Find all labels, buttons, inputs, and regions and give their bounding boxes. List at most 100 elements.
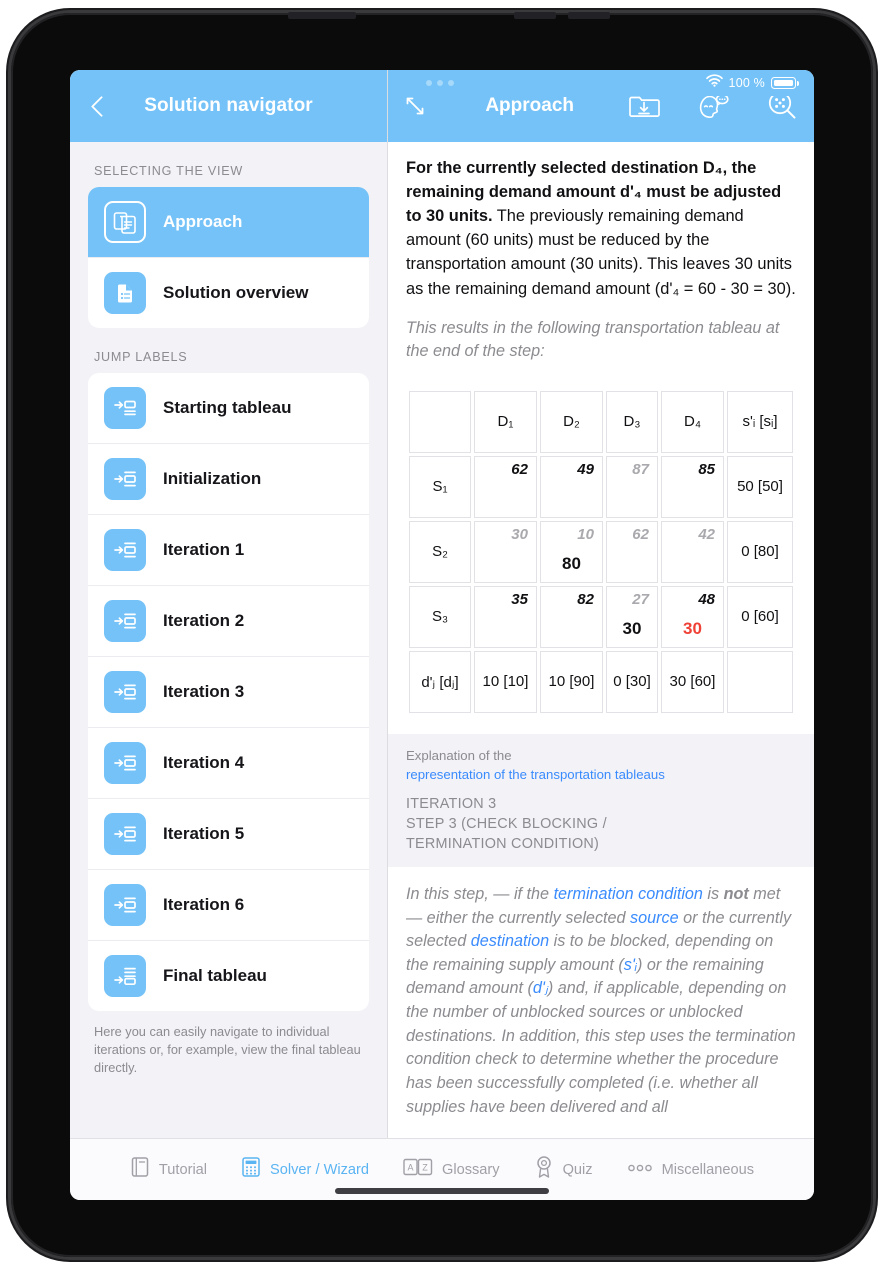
step-heading-step-l1: STEP 3 (CHECK BLOCKING / [406,815,607,832]
tableau-col-header-d1[interactable]: D₁ [474,390,537,453]
tableau-cell-s3-d4[interactable]: 48 30 [660,585,724,648]
sidebar-footnote: Here you can easily navigate to individu… [94,1024,361,1076]
cost-value: 82 [577,590,594,608]
row-label: S₃ [431,608,449,626]
jump-to-icon [104,387,146,429]
cost-value: 27 [632,590,649,608]
medal-icon [534,1155,554,1184]
document-list-icon [104,272,146,314]
section-label-selecting-the-view: SELECTING THE VIEW [94,164,244,178]
step-heading: ITERATION 3 STEP 3 (CHECK BLOCKING / TER… [406,794,796,855]
tableau-row-header-s1[interactable]: S₁ [409,455,471,518]
sidebar-item-label: Iteration 1 [163,540,245,559]
sd-link-demand-symbol[interactable]: d'ⱼ [533,979,548,997]
jump-to-icon [104,529,146,571]
alloc-value: 30 [683,618,702,638]
svg-text:Z: Z [422,1163,428,1173]
app-screen: 100 % Solution navigator SELECTING THE V… [70,70,814,1200]
tableau-col-header-d2[interactable]: D₂ [539,390,603,453]
power-button[interactable] [288,12,356,19]
tableau-row-header-s2[interactable]: S₂ [409,520,471,583]
documents-stack-icon [104,201,146,243]
sd-link-destination[interactable]: destination [471,932,549,950]
tableau-cell-s2-d2[interactable]: 10 80 [539,520,603,583]
svg-text:A: A [407,1163,413,1173]
jump-to-icon [104,600,146,642]
tableau-row-header-s3[interactable]: S₃ [409,585,471,648]
sidebar-item-iteration-4[interactable]: Iteration 4 [88,727,369,798]
transportation-tableau: D₁ D₂ D₃ D₄ s'ᵢ [sᵢ] S₁ 62 49 87 85 50 [… [406,388,796,716]
explanation-link[interactable]: representation of the transportation tab… [406,765,796,784]
tab-label: Quiz [562,1161,593,1178]
sd-link-supply-symbol[interactable]: s'ᵢ [624,956,637,974]
tableau-cell-s3-d2[interactable]: 82 [539,585,603,648]
sd-bold-not: not [723,884,749,903]
sd-t7: ) and, if applicable, depending on the n… [406,979,796,1116]
tab-solver-wizard[interactable]: Solver / Wizard [241,1156,369,1183]
cost-value: 87 [632,460,649,478]
tableau-col-header-d4[interactable]: D₄ [660,390,724,453]
sidebar-item-label: Final tableau [163,966,267,985]
tab-label: Glossary [441,1161,500,1178]
tableau-cell-s3-d1[interactable]: 35 [474,585,537,648]
step-heading-step-l2: TERMINATION CONDITION) [406,836,600,853]
step-description-card: In this step, — if the termination condi… [388,866,814,1138]
sidebar-item-label: Iteration 2 [163,611,245,630]
sidebar-item-iteration-2[interactable]: Iteration 2 [88,585,369,656]
tableau-demand-d1: 10 [10] [474,650,537,713]
tableau-col-header-d3[interactable]: D₃ [605,390,658,453]
approach-content-scroll[interactable]: For the currently selected destination D… [388,142,814,1138]
tableau-cell-s1-d1[interactable]: 62 [474,455,537,518]
sidebar-item-iteration-5[interactable]: Iteration 5 [88,798,369,869]
sd-link-source[interactable]: source [630,909,679,927]
expand-arrows-icon[interactable] [402,93,428,119]
table-row: S₁ 62 49 87 85 50 [50] [409,455,793,518]
sidebar-scroll[interactable]: SELECTING THE VIEW Approach Solution ove… [70,142,387,1138]
approach-title: Approach [485,95,574,116]
sidebar-item-approach[interactable]: Approach [88,187,369,257]
home-indicator[interactable] [335,1188,549,1194]
jump-labels-card: Starting tableau Initialization Iteratio… [88,373,369,1011]
volume-down-button[interactable] [568,12,610,19]
status-bar: 100 % [388,70,814,96]
sidebar-item-solution-overview[interactable]: Solution overview [88,257,369,328]
tableau-cell-s3-d3[interactable]: 27 30 [605,585,658,648]
tab-tutorial[interactable]: Tutorial [130,1156,207,1183]
tab-quiz[interactable]: Quiz [534,1155,593,1184]
col-label: D₄ [684,413,701,431]
jump-to-icon [104,884,146,926]
sidebar-item-final-tableau[interactable]: Final tableau [88,940,369,1011]
approach-pane: Approach For the currently selected dest… [388,70,814,1138]
sidebar-item-label: Starting tableau [163,398,292,417]
tab-miscellaneous[interactable]: Miscellaneous [627,1161,754,1179]
alloc-value: 30 [622,618,642,638]
sidebar-item-iteration-6[interactable]: Iteration 6 [88,869,369,940]
multitask-dots-icon[interactable] [426,80,454,86]
tableau-cell-s1-d4[interactable]: 85 [660,455,724,518]
tableau-demand-d2: 10 [90] [539,650,603,713]
jump-to-icon [104,671,146,713]
tableau-cell-s1-d3[interactable]: 87 [605,455,658,518]
tableau-demand-d3: 0 [30] [605,650,658,713]
three-dots-icon [627,1161,653,1179]
cost-value: 42 [698,525,715,543]
sidebar-item-label: Initialization [163,469,262,488]
tableau-cell-s2-d3[interactable]: 62 [605,520,658,583]
sidebar-item-iteration-3[interactable]: Iteration 3 [88,656,369,727]
book-icon [130,1156,150,1183]
sidebar-item-initialization[interactable]: Initialization [88,443,369,514]
tableau-cell-s1-d2[interactable]: 49 [539,455,603,518]
jump-to-icon [104,813,146,855]
step-heading-iteration: ITERATION 3 [406,795,497,812]
back-chevron-icon[interactable] [88,96,108,116]
tableau-cell-s2-d1[interactable]: 30 [474,520,537,583]
sidebar-item-starting-tableau[interactable]: Starting tableau [88,373,369,443]
sd-link-termination-condition[interactable]: termination condition [554,885,703,903]
tab-glossary[interactable]: A Z Glossary [403,1157,500,1182]
sidebar-item-iteration-1[interactable]: Iteration 1 [88,514,369,585]
jump-to-icon-last [104,955,146,997]
volume-up-button[interactable] [514,12,556,19]
cost-value: 30 [511,525,528,543]
tableau-cell-s2-d4[interactable]: 42 [660,520,724,583]
battery-icon [771,77,800,89]
